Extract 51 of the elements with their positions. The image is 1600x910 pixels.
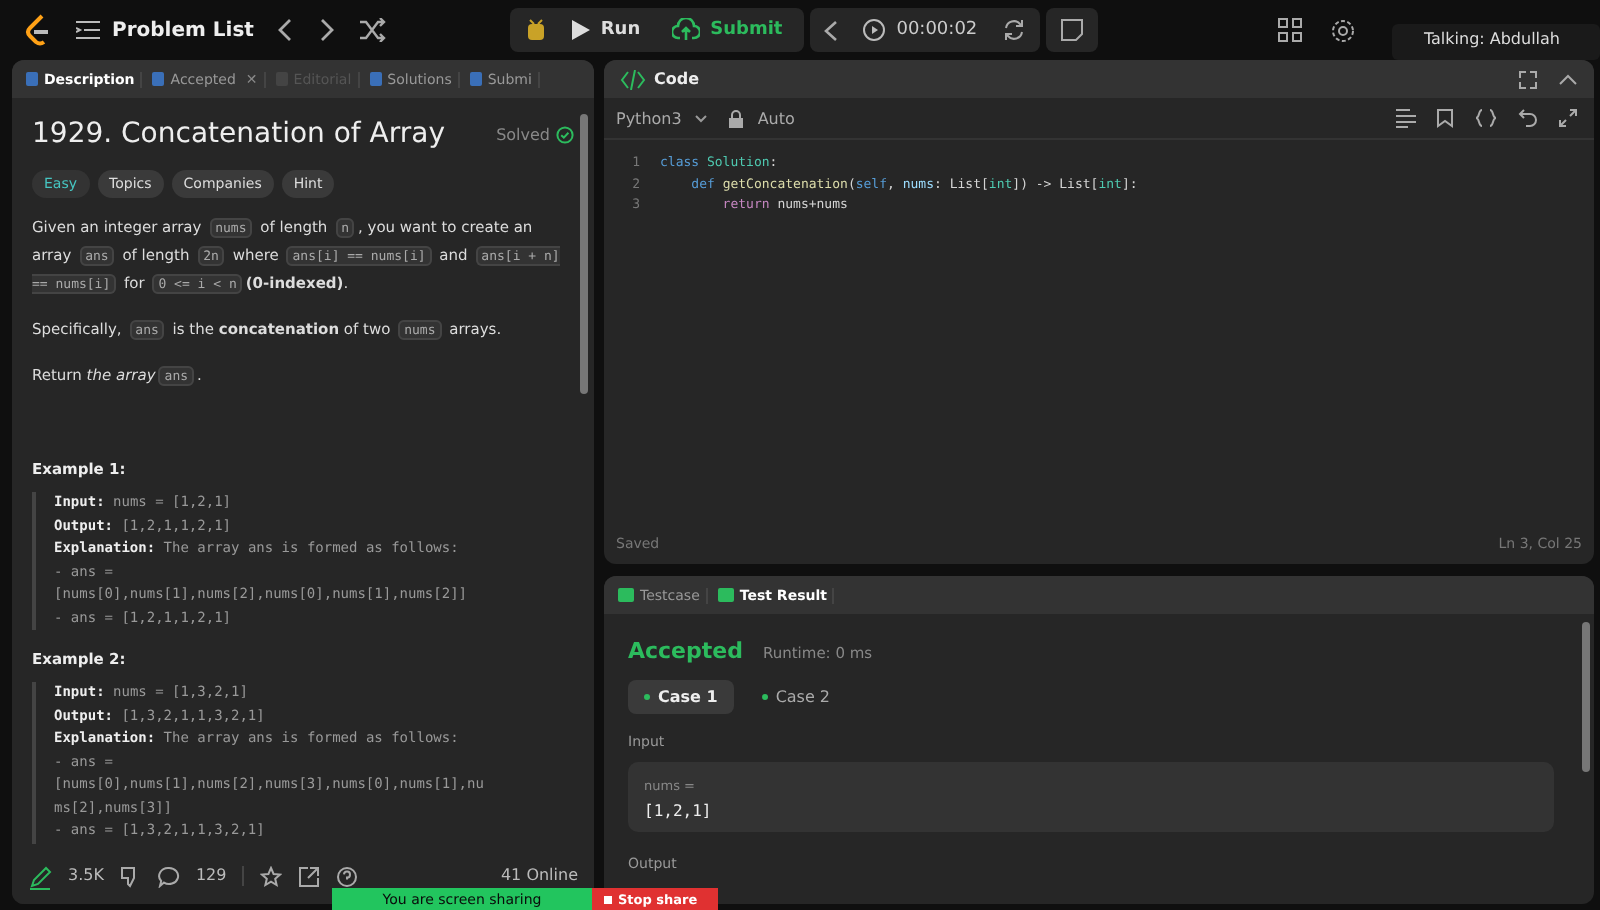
panel-title: Code	[654, 70, 700, 88]
problem-title: 1929. Concatenation of Array	[32, 118, 447, 150]
param-value: [1,2,1]	[644, 802, 714, 820]
run-button[interactable]: Run	[564, 20, 649, 40]
chevron-left-icon[interactable]	[277, 18, 294, 42]
layout-grid-icon[interactable]	[1278, 18, 1302, 42]
speaker-tooltip: Talking: Abdullah	[1391, 24, 1600, 60]
tab-icon	[469, 72, 482, 86]
like-count[interactable]: 3.5K	[68, 866, 104, 884]
list-icon	[76, 20, 100, 40]
braces-icon[interactable]	[1474, 108, 1498, 128]
tab-icon	[26, 72, 38, 86]
share-icon[interactable]	[298, 866, 321, 888]
tab-icon	[152, 72, 165, 86]
format-icon[interactable]	[1396, 108, 1416, 128]
settings-icon[interactable]	[1330, 17, 1356, 43]
case-tab[interactable]: Case 2	[745, 680, 847, 714]
problem-list-button[interactable]: Problem List	[76, 19, 254, 41]
solved-status: Solved	[496, 125, 550, 143]
submit-button[interactable]: Submit	[664, 18, 791, 42]
verdict-text: Accepted	[628, 638, 743, 664]
note-icon[interactable]	[1059, 18, 1084, 42]
chevron-left-icon[interactable]	[824, 19, 839, 41]
reset-icon[interactable]	[1001, 18, 1026, 42]
code-icon	[620, 69, 646, 89]
autocomplete-mode[interactable]: Auto	[757, 109, 795, 127]
logo-icon[interactable]	[24, 14, 52, 46]
tab-icon	[618, 588, 634, 602]
fullscreen-icon[interactable]	[1518, 69, 1538, 89]
comment-count[interactable]: 129	[195, 866, 227, 884]
star-icon[interactable]	[260, 866, 283, 888]
play-icon	[572, 20, 591, 40]
case-tab[interactable]: Case 1	[628, 680, 734, 714]
expand-icon[interactable]	[1558, 108, 1578, 128]
language-dropdown[interactable]: Python3	[616, 109, 708, 127]
online-count: 41 Online	[500, 866, 578, 884]
tab-icon	[717, 588, 734, 602]
lock-icon	[727, 109, 744, 127]
comment-icon[interactable]	[157, 866, 180, 888]
shuffle-icon[interactable]	[357, 18, 386, 42]
cloud-upload-icon	[672, 18, 701, 42]
undo-icon[interactable]	[1518, 108, 1538, 128]
play-circle-icon	[862, 18, 887, 42]
bookmark-icon[interactable]	[1436, 108, 1454, 128]
tab-icon	[369, 72, 382, 86]
help-icon[interactable]	[336, 866, 359, 888]
collapse-icon[interactable]	[1558, 72, 1578, 86]
chevron-down-icon	[693, 113, 708, 123]
check-circle-icon	[556, 125, 574, 143]
chevron-right-icon[interactable]	[317, 18, 334, 42]
pencil-icon[interactable]	[28, 866, 52, 890]
